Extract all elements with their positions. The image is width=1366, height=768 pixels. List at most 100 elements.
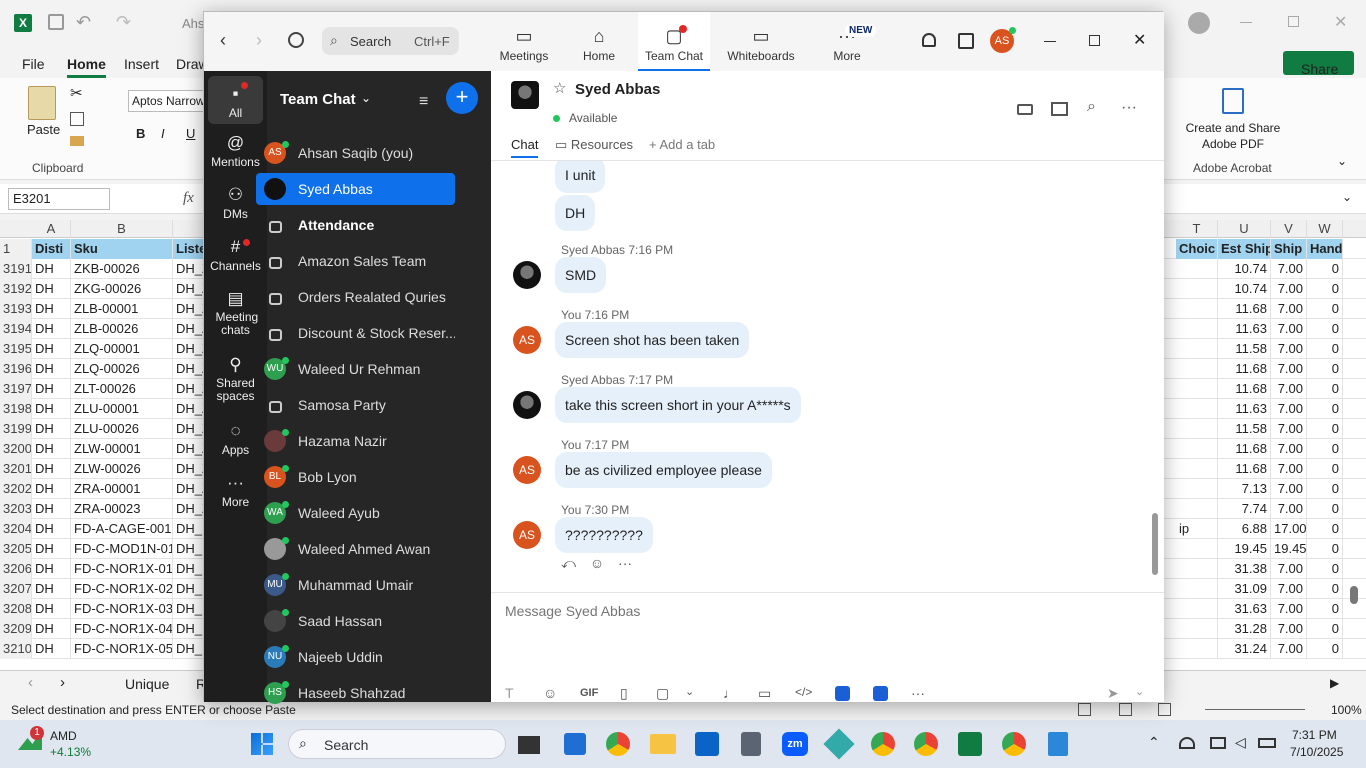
sheet-tab-unique[interactable]: Unique [125, 676, 169, 692]
cell-ship[interactable]: 7.00 [1271, 279, 1307, 299]
row-number[interactable]: 3199 [0, 419, 32, 439]
chat-list-item[interactable]: WA Waleed Ayub [256, 497, 455, 529]
cell-ship[interactable]: 17.00 [1271, 519, 1307, 539]
nav-meeting-chats[interactable]: ▤ Meeting chats [208, 289, 263, 337]
chrome-icon[interactable] [606, 732, 630, 756]
cell-sku[interactable]: FD-C-NOR1X-03 [71, 599, 173, 619]
chrome-profile-2-icon[interactable] [914, 732, 938, 756]
cell-est-ship[interactable]: 10.74 [1218, 279, 1271, 299]
tab-home[interactable]: ⌂ Home [574, 12, 624, 71]
cell-listed[interactable]: DH_Z [173, 399, 205, 419]
cell-ship[interactable]: 7.00 [1271, 399, 1307, 419]
row-number[interactable]: 3201 [0, 459, 32, 479]
cell-disti[interactable]: DH [32, 479, 71, 499]
cell-ship[interactable]: 7.00 [1271, 639, 1307, 659]
cell-listed[interactable]: DH_F [173, 519, 205, 539]
col-header-u[interactable]: U [1218, 220, 1271, 238]
start-icon[interactable] [251, 733, 273, 755]
row-number[interactable]: 3210 [0, 639, 32, 659]
cut-icon[interactable]: ✂ [70, 84, 83, 102]
share-screen-icon[interactable] [1051, 102, 1068, 116]
message-avatar[interactable]: AS [513, 456, 541, 484]
new-chat-button[interactable]: + [446, 82, 478, 114]
save-icon[interactable] [48, 14, 64, 30]
bell-icon[interactable] [922, 33, 936, 47]
cell-est-ship[interactable]: 11.58 [1218, 419, 1271, 439]
cell-listed[interactable]: DH_Z [173, 479, 205, 499]
cell-sku[interactable]: ZRA-00023 [71, 499, 173, 519]
font-name-box[interactable]: Aptos Narrow [128, 90, 208, 112]
user-profile-icon[interactable] [1188, 12, 1210, 34]
chat-list-item[interactable]: Saad Hassan [256, 605, 455, 637]
screenshot-dropdown-icon[interactable]: ⌄ [685, 685, 694, 698]
cell-sku[interactable]: ZLQ-00026 [71, 359, 173, 379]
row-number[interactable]: 3207 [0, 579, 32, 599]
video-message-icon[interactable]: ▭ [758, 685, 771, 702]
cell-disti[interactable]: DH [32, 359, 71, 379]
cell-sku[interactable]: ZLW-00026 [71, 459, 173, 479]
video-call-icon[interactable] [1017, 104, 1033, 115]
tab-resources[interactable]: ▭ Resources [555, 137, 633, 153]
cell-choice[interactable] [1176, 439, 1218, 459]
message-avatar[interactable] [513, 391, 541, 419]
zoom-search-box[interactable]: ⌕ Search Ctrl+F [322, 27, 459, 55]
maximize-icon[interactable] [1089, 35, 1100, 46]
chat-list-item[interactable]: MU Muhammad Umair [256, 569, 455, 601]
vertical-scrollbar[interactable] [1350, 586, 1358, 604]
row-number[interactable]: 3192 [0, 279, 32, 299]
cell-listed[interactable]: DH_F [173, 599, 205, 619]
cell-listed[interactable]: DH_Z [173, 499, 205, 519]
cell-sku[interactable]: ZLW-00001 [71, 439, 173, 459]
cell-disti[interactable]: DH [32, 439, 71, 459]
menu-file[interactable]: File [22, 56, 45, 72]
cell-ship[interactable]: 7.00 [1271, 319, 1307, 339]
cell-est-ship[interactable]: 11.63 [1218, 399, 1271, 419]
nav-more[interactable]: ··· More [208, 473, 263, 509]
cell-est-ship[interactable]: 31.63 [1218, 599, 1271, 619]
cell-disti[interactable]: DH [32, 579, 71, 599]
cell-ship[interactable]: 7.00 [1271, 379, 1307, 399]
italic-button[interactable]: I [161, 126, 165, 141]
chat-list-item[interactable]: BL Bob Lyon [256, 461, 455, 493]
nav-channels[interactable]: # Channels [208, 237, 263, 273]
menu-insert[interactable]: Insert [124, 56, 159, 72]
cell-choice[interactable] [1176, 339, 1218, 359]
contact-avatar[interactable] [511, 81, 539, 109]
create-pdf-button[interactable]: Create and Share Adobe PDF [1180, 120, 1286, 152]
cell-handling[interactable]: 0 [1307, 299, 1343, 319]
cell-est-ship[interactable]: 11.68 [1218, 459, 1271, 479]
cell-choice[interactable] [1176, 619, 1218, 639]
cell-listed[interactable]: DH_Z [173, 299, 205, 319]
emoji-icon[interactable]: ☺ [543, 685, 557, 701]
cell-listed[interactable]: DH_Z [173, 279, 205, 299]
cell-sku[interactable]: FD-C-NOR1X-05 [71, 639, 173, 659]
chat-list-item[interactable]: NU Najeeb Uddin [256, 641, 455, 673]
cell-handling[interactable]: 0 [1307, 519, 1343, 539]
app-integration-icon[interactable] [835, 686, 850, 701]
message-input[interactable] [505, 599, 1145, 623]
collapse-ribbon-icon[interactable]: ⌄ [1337, 154, 1347, 168]
cell-handling[interactable]: 0 [1307, 579, 1343, 599]
cell-est-ship[interactable]: 10.74 [1218, 259, 1271, 279]
col-header-a[interactable]: A [32, 220, 71, 238]
chat-list-item[interactable]: Discount & Stock Reser... [256, 317, 455, 349]
cell-handling[interactable]: 0 [1307, 499, 1343, 519]
message-avatar[interactable]: AS [513, 521, 541, 549]
row-number[interactable]: 3203 [0, 499, 32, 519]
message-list[interactable]: I unit DH Syed Abbas 7:16 PM SMD You 7:16 PM… [491, 161, 1151, 591]
cell-disti[interactable]: DH [32, 459, 71, 479]
copy-icon[interactable] [70, 112, 84, 126]
chat-more-icon[interactable]: ··· [1121, 99, 1137, 117]
cell-ship[interactable]: 7.00 [1271, 599, 1307, 619]
minimize-icon[interactable] [1044, 41, 1056, 42]
clock-date[interactable]: 7/10/2025 [1290, 745, 1343, 759]
col-header-v[interactable]: V [1271, 220, 1307, 238]
cell-est-ship[interactable]: 7.13 [1218, 479, 1271, 499]
cell-ship[interactable]: 7.00 [1271, 559, 1307, 579]
message-bubble[interactable]: be as civilized employee please [555, 452, 772, 488]
stock-name[interactable]: AMD [50, 729, 77, 743]
battery-icon[interactable] [1258, 738, 1276, 748]
cell-handling[interactable]: 0 [1307, 319, 1343, 339]
cell-ship[interactable]: 7.00 [1271, 259, 1307, 279]
app-icon[interactable] [823, 728, 855, 760]
